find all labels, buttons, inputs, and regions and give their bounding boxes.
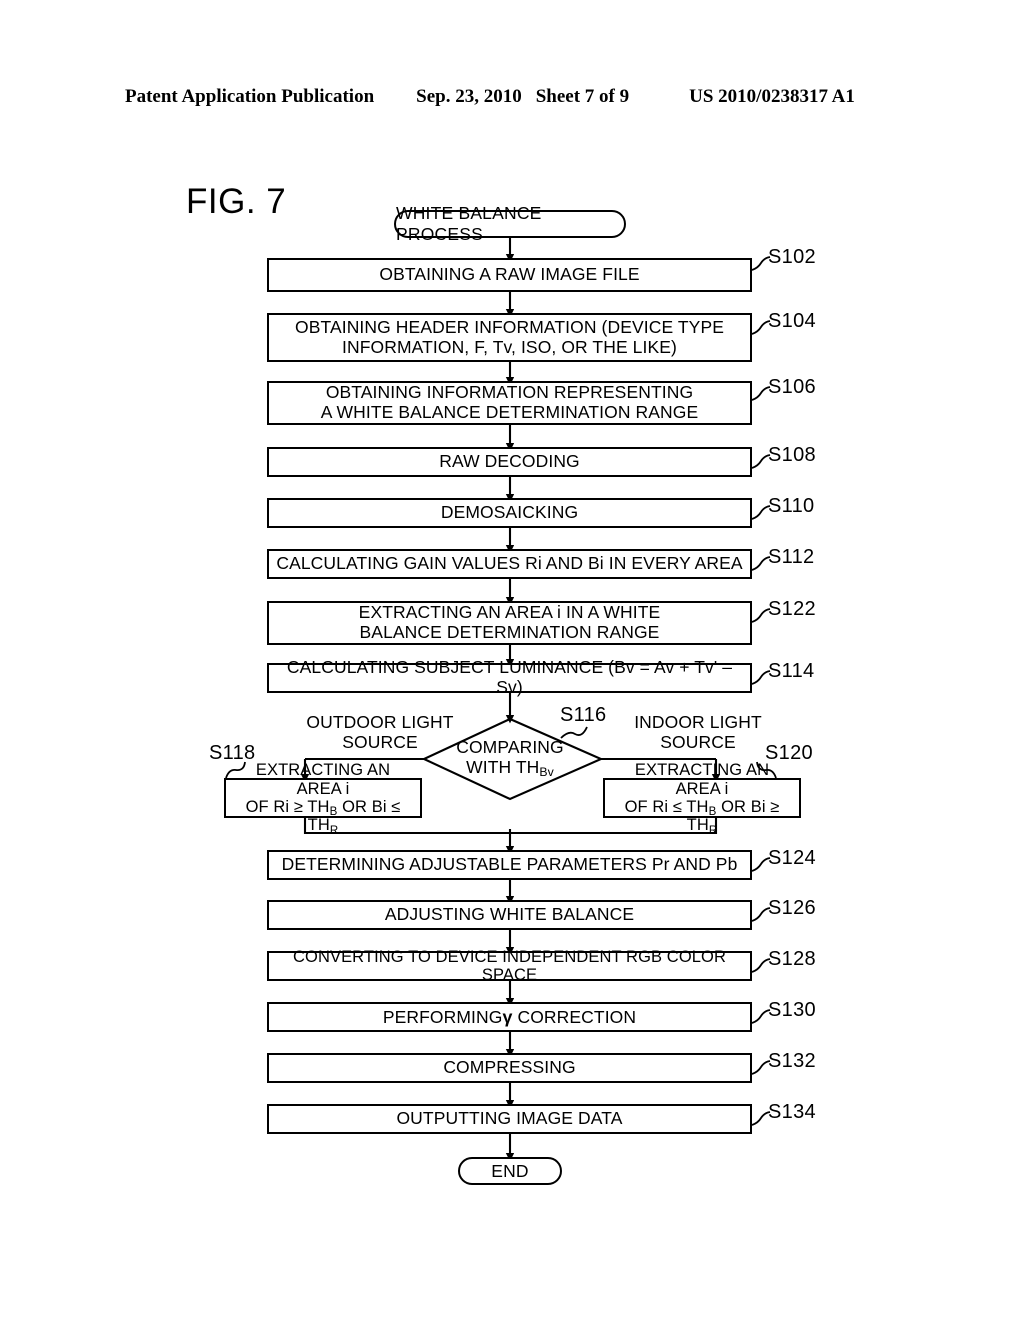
process-box-s102-label: OBTAINING A RAW IMAGE FILE (379, 264, 640, 285)
process-box-s124-label: DETERMINING ADJUSTABLE PARAMETERS Pr AND… (281, 854, 738, 875)
step-ref-s118: S118 (209, 742, 256, 764)
process-box-s130-text-after: CORRECTION (512, 1006, 637, 1027)
step-ref-s124: S124 (768, 847, 816, 869)
step-ref-s102: S102 (768, 246, 816, 268)
process-box-s114-label: CALCULATING SUBJECT LUMINANCE (Bv = Av +… (286, 657, 733, 697)
step-ref-s110: S110 (768, 495, 815, 517)
process-box-s106-line1: OBTAINING INFORMATION REPRESENTING (325, 382, 694, 403)
process-box-s114: CALCULATING SUBJECT LUMINANCE (Bv = Av +… (267, 658, 752, 697)
step-ref-s120: S120 (765, 742, 813, 764)
process-box-s110: DEMOSAICKING (267, 498, 752, 528)
process-box-s120-line2: OF Ri ≤ THB OR Bi ≥ THR (624, 798, 780, 837)
step-ref-s106: S106 (768, 376, 816, 398)
process-box-s106-line2: A WHITE BALANCE DETERMINATION RANGE (320, 402, 699, 422)
branch-caption-indoor-line1: INDOOR LIGHT (634, 712, 762, 732)
process-box-s130-text-before: PERFORMING (382, 1006, 503, 1027)
process-box-s112-label: CALCULATING GAIN VALUES Ri AND Bi IN EVE… (276, 553, 743, 574)
step-ref-s134: S134 (768, 1101, 816, 1123)
branch-caption-indoor: INDOOR LIGHT SOURCE (608, 712, 788, 752)
branch-caption-outdoor-line2: SOURCE (342, 731, 418, 752)
process-box-s110-label: DEMOSAICKING (440, 502, 579, 523)
process-box-s126-label: ADJUSTING WHITE BALANCE (384, 904, 635, 925)
step-ref-s114: S114 (768, 660, 815, 682)
step-ref-s132: S132 (768, 1050, 816, 1072)
process-box-s120: EXTRACTING AN AREA i OF Ri ≤ THB OR Bi ≥… (603, 761, 801, 837)
step-ref-s122: S122 (768, 598, 816, 620)
process-box-s128: CONVERTING TO DEVICE INDEPENDENT RGB COL… (267, 948, 752, 984)
process-box-s130-label: PERFORMINGγ CORRECTION (383, 1007, 636, 1028)
process-box-s112: CALCULATING GAIN VALUES Ri AND Bi IN EVE… (267, 549, 752, 579)
process-box-s132: COMPRESSING (267, 1053, 752, 1083)
process-box-s122-line2: BALANCE DETERMINATION RANGE (359, 622, 660, 642)
process-box-s122-line1: EXTRACTING AN AREA i IN A WHITE (358, 602, 661, 623)
process-box-s104-label: OBTAINING HEADER INFORMATION (DEVICE TYP… (294, 316, 724, 357)
process-box-s108: RAW DECODING (267, 447, 752, 477)
step-ref-s126: S126 (768, 897, 816, 919)
step-ref-s104: S104 (768, 310, 816, 332)
process-box-s118-line2: OF Ri ≥ THB OR Bi ≤ THR (245, 798, 401, 837)
step-ref-s128: S128 (768, 948, 816, 970)
process-box-s108-label: RAW DECODING (439, 451, 580, 472)
process-box-s132-label: COMPRESSING (443, 1057, 576, 1078)
process-box-s104: OBTAINING HEADER INFORMATION (DEVICE TYP… (267, 313, 752, 362)
step-ref-s108: S108 (768, 444, 816, 466)
process-box-s134-label: OUTPUTTING IMAGE DATA (396, 1108, 623, 1129)
end-terminator-label: END (491, 1160, 529, 1181)
process-box-s118-line1: EXTRACTING AN AREA i (255, 761, 391, 798)
step-ref-s116: S116 (560, 704, 607, 726)
decision-diamond-line2: WITH THBv (466, 756, 554, 780)
branch-caption-outdoor: OUTDOOR LIGHT SOURCE (285, 712, 475, 752)
process-box-s106-label: OBTAINING INFORMATION REPRESENTING A WHI… (321, 383, 699, 422)
start-terminator-label: WHITE BALANCE PROCESS (396, 203, 542, 244)
process-box-s120-line1: EXTRACTING AN AREA i (634, 761, 770, 798)
end-terminator: END (458, 1157, 562, 1185)
step-ref-s112: S112 (768, 546, 815, 568)
process-box-s104-line1: OBTAINING HEADER INFORMATION (DEVICE TYP… (294, 316, 724, 337)
process-box-s134: OUTPUTTING IMAGE DATA (267, 1104, 752, 1134)
process-box-s118: EXTRACTING AN AREA i OF Ri ≥ THB OR Bi ≤… (224, 761, 422, 837)
process-box-s126: ADJUSTING WHITE BALANCE (267, 900, 752, 930)
start-terminator: WHITE BALANCE PROCESS (394, 203, 626, 244)
process-box-s106: OBTAINING INFORMATION REPRESENTING A WHI… (267, 381, 752, 425)
gamma-symbol-icon: γ (502, 1006, 513, 1027)
process-box-s118-label: EXTRACTING AN AREA i OF Ri ≥ THB OR Bi ≤… (232, 761, 414, 837)
process-box-s124: DETERMINING ADJUSTABLE PARAMETERS Pr AND… (267, 850, 752, 880)
process-box-s120-label: EXTRACTING AN AREA i OF Ri ≤ THB OR Bi ≥… (611, 761, 793, 837)
process-box-s122: EXTRACTING AN AREA i IN A WHITE BALANCE … (267, 601, 752, 645)
process-box-s102: OBTAINING A RAW IMAGE FILE (267, 258, 752, 292)
process-box-s130: PERFORMINGγ CORRECTION (267, 1002, 752, 1032)
branch-caption-outdoor-line1: OUTDOOR LIGHT (306, 712, 454, 732)
step-ref-s130: S130 (768, 999, 816, 1021)
branch-caption-indoor-line2: SOURCE (660, 731, 736, 752)
process-box-s128-label: CONVERTING TO DEVICE INDEPENDENT RGB COL… (293, 947, 726, 984)
process-box-s122-label: EXTRACTING AN AREA i IN A WHITE BALANCE … (359, 603, 661, 642)
process-box-s104-line2: INFORMATION, F, Tv, ISO, OR THE LIKE) (342, 336, 677, 357)
